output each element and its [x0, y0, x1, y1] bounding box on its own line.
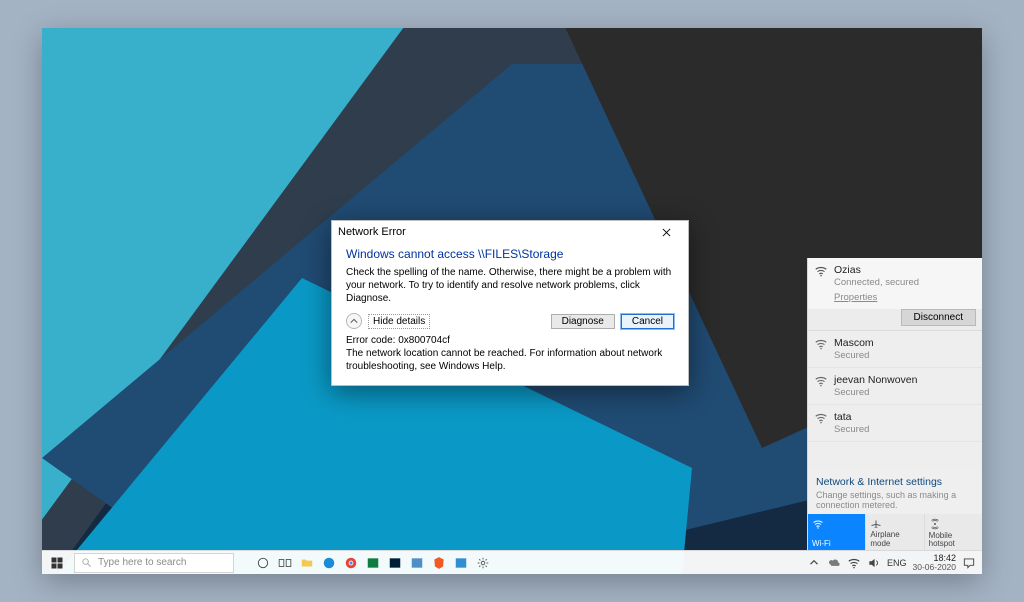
tile-label: Airplane mode — [870, 530, 919, 548]
network-name: Mascom — [834, 337, 974, 349]
brave-icon[interactable] — [428, 551, 450, 574]
task-view-button[interactable] — [274, 551, 296, 574]
tile-label: Wi-Fi — [812, 539, 861, 548]
diagnose-button[interactable]: Diagnose — [551, 314, 615, 329]
network-item[interactable]: jeevan Nonwoven Secured — [808, 368, 982, 405]
start-button[interactable] — [42, 551, 72, 574]
chevron-up-icon — [350, 317, 358, 325]
toggle-details-button[interactable] — [346, 313, 362, 329]
cancel-button[interactable]: Cancel — [621, 314, 674, 329]
onedrive-icon[interactable] — [827, 556, 841, 570]
file-explorer-icon[interactable] — [296, 551, 318, 574]
dialog-title: Network Error — [338, 226, 406, 238]
network-name: tata — [834, 411, 974, 423]
hide-details-label[interactable]: Hide details — [368, 314, 430, 329]
network-item[interactable]: tata Secured — [808, 405, 982, 442]
clock[interactable]: 18:42 30-06-2020 — [913, 554, 956, 572]
app-icon[interactable] — [406, 551, 428, 574]
settings-title: Network & Internet settings — [816, 476, 974, 488]
error-code: Error code: 0x800704cf — [346, 335, 674, 348]
wifi-icon — [814, 374, 828, 388]
taskbar: Type here to search ENG 18:42 30-06-2020 — [42, 550, 982, 574]
quick-action-tiles: Wi-Fi Airplane mode Mobilehotspot — [808, 514, 982, 550]
settings-sub: Change settings, such as making a connec… — [816, 490, 974, 510]
network-properties-link[interactable]: Properties — [834, 292, 877, 303]
desktop-screen: Network Error Windows cannot access \\FI… — [42, 28, 982, 574]
wifi-icon — [814, 264, 828, 278]
network-name: Ozias — [834, 264, 974, 276]
tile-label: Mobilehotspot — [929, 532, 978, 548]
network-item[interactable]: Mascom Secured — [808, 331, 982, 368]
network-settings-link[interactable]: Network & Internet settings Change setti… — [808, 470, 982, 514]
airplane-icon — [870, 518, 919, 530]
wifi-icon — [812, 518, 861, 530]
search-placeholder: Type here to search — [98, 557, 186, 568]
network-name: jeevan Nonwoven — [834, 374, 974, 386]
network-error-dialog: Network Error Windows cannot access \\FI… — [331, 220, 689, 386]
dialog-close-button[interactable] — [650, 223, 682, 241]
clock-date: 30-06-2020 — [913, 563, 956, 572]
wifi-tray-icon[interactable] — [847, 556, 861, 570]
network-status: Secured — [834, 387, 974, 398]
chrome-icon[interactable] — [340, 551, 362, 574]
network-item-connected[interactable]: Ozias Connected, secured Properties — [808, 258, 982, 309]
cortana-button[interactable] — [252, 551, 274, 574]
taskbar-search[interactable]: Type here to search — [74, 553, 234, 573]
search-icon — [81, 557, 92, 568]
network-list: Mascom Secured jeevan Nonwoven Secured t… — [808, 331, 982, 470]
language-indicator[interactable]: ENG — [887, 558, 907, 568]
windows-logo-icon — [51, 557, 63, 569]
wifi-icon — [814, 337, 828, 351]
excel-icon[interactable] — [362, 551, 384, 574]
volume-icon[interactable] — [867, 556, 881, 570]
taskbar-pinned-apps — [252, 551, 494, 574]
photoshop-icon[interactable] — [384, 551, 406, 574]
dialog-body-text: Check the spelling of the name. Otherwis… — [346, 267, 674, 305]
error-detail: The network location cannot be reached. … — [346, 348, 674, 374]
system-tray: ENG 18:42 30-06-2020 — [807, 551, 982, 574]
network-status: Connected, secured — [834, 277, 974, 288]
close-icon — [662, 228, 671, 237]
settings-icon[interactable] — [472, 551, 494, 574]
network-status: Secured — [834, 350, 974, 361]
airplane-tile[interactable]: Airplane mode — [865, 514, 923, 550]
disconnect-button[interactable]: Disconnect — [901, 309, 976, 326]
hotspot-tile[interactable]: Mobilehotspot — [924, 514, 982, 550]
wifi-flyout: Ozias Connected, secured Properties Disc… — [807, 258, 982, 550]
dialog-headline: Windows cannot access \\FILES\Storage — [346, 247, 674, 261]
hotspot-icon — [929, 518, 978, 530]
action-center-button[interactable] — [962, 556, 976, 570]
app-icon[interactable] — [450, 551, 472, 574]
wifi-tile[interactable]: Wi-Fi — [808, 514, 865, 550]
tray-overflow-button[interactable] — [807, 556, 821, 570]
edge-icon[interactable] — [318, 551, 340, 574]
wifi-icon — [814, 411, 828, 425]
network-status: Secured — [834, 424, 974, 435]
